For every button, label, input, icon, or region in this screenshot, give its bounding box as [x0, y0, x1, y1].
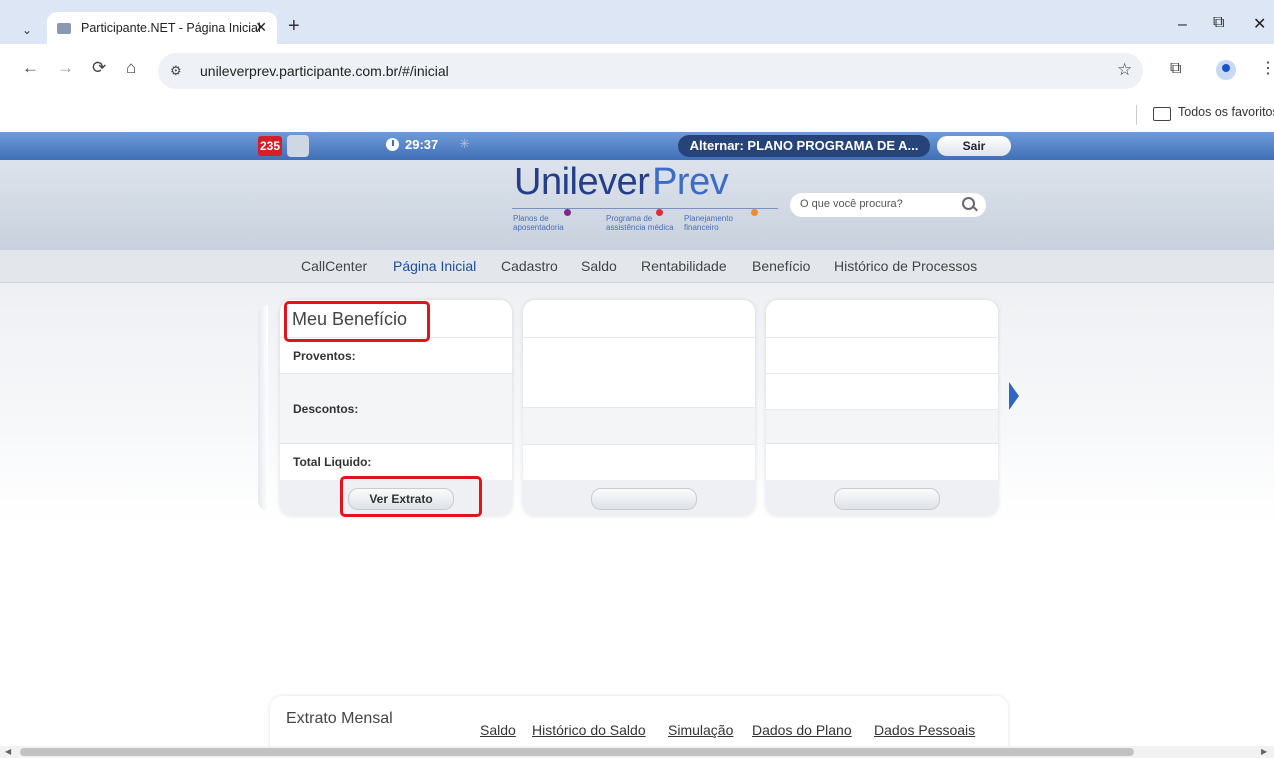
back-button[interactable]: ←: [22, 58, 39, 78]
search-icon[interactable]: [962, 197, 975, 210]
all-bookmarks-link[interactable]: Todos os favoritos: [1178, 105, 1274, 119]
url-text: unileverprev.participante.com.br/#/inici…: [200, 63, 449, 79]
horizontal-scrollbar[interactable]: ◀ ▶: [0, 746, 1274, 758]
extrato-title: Extrato Mensal: [286, 710, 393, 727]
tab-title: Participante.NET - Página Inicial: [81, 21, 261, 35]
total-label: Total Liquido:: [293, 455, 372, 469]
menu-item-cadastro[interactable]: Cadastro: [501, 258, 558, 274]
card-footer: [766, 480, 998, 516]
bookmarks-divider: [1136, 105, 1137, 125]
web-page: 235 29:37 ✳ Alternar: PLANO PROGRAMA DE …: [0, 132, 1274, 746]
card-row: [523, 444, 755, 481]
bookmarks-bar: Todos os favoritos: [0, 100, 1274, 133]
menu-item-historico[interactable]: Histórico de Processos: [834, 258, 977, 274]
extrato-link-dados-plano[interactable]: Dados do Plano: [752, 722, 852, 738]
highlight-box-button: [340, 476, 482, 517]
card-footer: [523, 480, 755, 516]
card-row: [523, 407, 755, 445]
brand-header: Unilever Prev Planos de aposentadoria Pr…: [0, 160, 1274, 250]
extrato-link-dados-pessoais[interactable]: Dados Pessoais: [874, 722, 975, 738]
descontos-label: Descontos:: [293, 402, 359, 416]
bookmark-star-icon[interactable]: ☆: [1117, 60, 1132, 80]
tagline-retirement: Planos de aposentadoria: [513, 214, 564, 232]
menu-item-callcenter[interactable]: CallCenter: [301, 258, 367, 274]
extensions-icon[interactable]: ⧉: [1170, 60, 1181, 78]
tagline-medical: Programa de assistência médica: [606, 214, 674, 232]
tagline-line: aposentadoria: [513, 223, 564, 232]
tagline-line: Planejamento: [684, 214, 733, 223]
address-bar-row: ← → ⟳ ⌂ ⚙ unileverprev.participante.com.…: [0, 44, 1274, 100]
proventos-row: Proventos:: [280, 337, 512, 374]
tab-search-button[interactable]: ⌄: [14, 17, 40, 43]
loading-spinner-icon: ✳: [459, 136, 470, 151]
extrato-link-saldo[interactable]: Saldo: [480, 722, 516, 738]
logout-button[interactable]: Sair: [937, 136, 1011, 156]
tagline-line: assistência médica: [606, 223, 674, 232]
url-field[interactable]: ⚙ unileverprev.participante.com.br/#/ini…: [158, 53, 1143, 89]
logo-text-unilever: Unilever: [514, 161, 650, 203]
minimize-button[interactable]: –: [1178, 16, 1187, 34]
browser-tab-strip: ⌄ Participante.NET - Página Inicial ✕ + …: [0, 0, 1274, 45]
clock-icon: [386, 138, 399, 151]
scroll-left-icon[interactable]: ◀: [5, 746, 11, 758]
menu-item-beneficio[interactable]: Benefício: [752, 258, 810, 274]
dashboard-area: Meu Benefício Proventos: Descontos: Tota…: [0, 283, 1274, 523]
site-favicon-icon: [57, 23, 71, 34]
proventos-label: Proventos:: [293, 349, 356, 363]
tab-close-icon[interactable]: ✕: [255, 19, 267, 36]
site-info-icon[interactable]: ⚙: [170, 63, 182, 79]
scroll-right-icon[interactable]: ▶: [1261, 746, 1267, 758]
reload-button[interactable]: ⟳: [92, 58, 106, 78]
empty-card-2: [523, 300, 755, 516]
card-row: [766, 409, 998, 444]
logo-text-prev: Prev: [652, 161, 729, 203]
extrato-panel: Extrato Mensal Saldo Histórico do Saldo …: [270, 696, 1008, 746]
folder-icon: [1153, 107, 1171, 121]
main-menu: CallCenter Página Inicial Cadastro Saldo…: [0, 250, 1274, 283]
card-row: [766, 373, 998, 410]
menu-kebab-icon[interactable]: ⋮: [1260, 58, 1274, 78]
tagline-financial: Planejamento financeiro: [684, 214, 733, 232]
card-row: [766, 337, 998, 374]
menu-item-saldo[interactable]: Saldo: [581, 258, 617, 274]
search-placeholder: O que você procura?: [800, 198, 903, 210]
carousel-left-edge: [258, 305, 268, 511]
site-search-input[interactable]: O que você procura?: [790, 193, 986, 217]
logo-flower-icon: [564, 209, 571, 216]
new-tab-button[interactable]: +: [288, 16, 300, 36]
notification-badge[interactable]: 235: [258, 136, 282, 156]
descontos-row: Descontos:: [280, 373, 512, 444]
card-button[interactable]: [834, 488, 940, 510]
extrato-link-simulacao[interactable]: Simulação: [668, 722, 733, 738]
extrato-link-historico-saldo[interactable]: Histórico do Saldo: [532, 722, 646, 738]
forward-button[interactable]: →: [57, 58, 74, 78]
card-row: [523, 337, 755, 408]
tagline-line: Programa de: [606, 214, 653, 223]
menu-item-rentabilidade[interactable]: Rentabilidade: [641, 258, 727, 274]
home-button[interactable]: ⌂: [126, 58, 136, 78]
card-button[interactable]: [591, 488, 697, 510]
session-timer: 29:37: [405, 137, 439, 152]
switch-plan-button[interactable]: Alternar: PLANO PROGRAMA DE A...: [678, 135, 930, 157]
profile-avatar-icon[interactable]: [1216, 60, 1236, 80]
close-window-button[interactable]: ✕: [1253, 14, 1266, 34]
restore-button[interactable]: ⧉: [1213, 14, 1224, 32]
scrollbar-thumb[interactable]: [20, 748, 1134, 756]
unileverprev-logo[interactable]: Unilever Prev: [514, 161, 729, 204]
tagline-line: Planos de: [513, 214, 549, 223]
tagline-line: financeiro: [684, 223, 719, 232]
menu-item-pagina-inicial[interactable]: Página Inicial: [393, 258, 476, 274]
browser-tab[interactable]: Participante.NET - Página Inicial ✕: [47, 12, 277, 45]
highlight-box-title: [284, 301, 430, 342]
site-top-bar: 235 29:37 ✳ Alternar: PLANO PROGRAMA DE …: [0, 132, 1274, 160]
user-avatar-icon[interactable]: [287, 135, 309, 157]
card-row: [766, 443, 998, 481]
carousel-next-arrow-icon[interactable]: [1009, 382, 1019, 410]
logo-divider: [512, 208, 778, 209]
logo-flower-icon: [751, 209, 758, 216]
empty-card-3: [766, 300, 998, 516]
